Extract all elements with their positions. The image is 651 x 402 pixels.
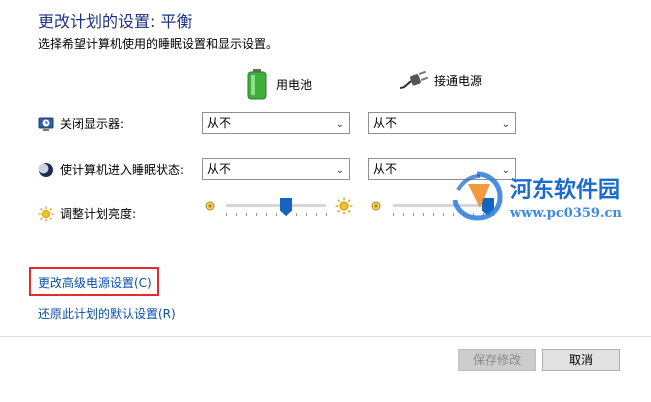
dim-sun-icon bbox=[205, 201, 215, 211]
footer-divider bbox=[0, 336, 651, 337]
watermark-name: 河东软件园 bbox=[510, 177, 621, 203]
slider-tick bbox=[433, 213, 434, 216]
moon-icon bbox=[38, 162, 53, 177]
brightness-label-text: 调整计划亮度: bbox=[60, 207, 137, 221]
battery-icon bbox=[247, 69, 267, 100]
slider-tick bbox=[316, 213, 317, 216]
display-label-text: 关闭显示器: bbox=[60, 117, 125, 131]
sleep-battery-value: 从不 bbox=[207, 162, 232, 176]
slider-tick bbox=[423, 213, 424, 216]
slider-tick bbox=[276, 213, 277, 216]
page-title: 更改计划的设置: 平衡 bbox=[38, 12, 193, 31]
brightness-sun-icon bbox=[38, 206, 54, 221]
chevron-down-icon: ⌄ bbox=[501, 119, 510, 130]
cancel-button[interactable]: 取消 bbox=[542, 349, 620, 371]
brightness-row-label: 调整计划亮度: bbox=[38, 205, 136, 222]
display-plugged-value: 从不 bbox=[373, 116, 398, 130]
display-plugged-select[interactable]: 从不 ⌄ bbox=[368, 112, 516, 134]
display-battery-value: 从不 bbox=[207, 116, 232, 130]
slider-tick bbox=[326, 213, 327, 216]
slider-tick bbox=[306, 213, 307, 216]
slider-ticks bbox=[226, 213, 327, 217]
plugged-column-label: 接通电源 bbox=[434, 73, 483, 88]
chevron-down-icon: ⌄ bbox=[335, 165, 344, 176]
page-subtitle: 选择希望计算机使用的睡眠设置和显示设置。 bbox=[38, 37, 279, 51]
bright-sun-icon bbox=[335, 197, 353, 215]
chevron-down-icon: ⌄ bbox=[335, 119, 344, 130]
watermark: 河东软件园 www.pc0359.cn bbox=[450, 168, 650, 226]
slider-tick bbox=[443, 213, 444, 216]
slider-tick bbox=[393, 213, 394, 216]
save-changes-button[interactable]: 保存修改 bbox=[458, 349, 536, 371]
display-row-label: 关闭显示器: bbox=[38, 115, 124, 132]
power-plug-icon bbox=[399, 70, 428, 89]
slider-tick bbox=[403, 213, 404, 216]
sleep-row-label: 使计算机进入睡眠状态: bbox=[38, 161, 184, 178]
slider-track bbox=[226, 204, 326, 207]
battery-column-label: 用电池 bbox=[276, 77, 313, 92]
slider-tick bbox=[256, 213, 257, 216]
sleep-plugged-value: 从不 bbox=[373, 162, 398, 176]
sleep-label-text: 使计算机进入睡眠状态: bbox=[60, 163, 185, 177]
slider-tick bbox=[246, 213, 247, 216]
brightness-battery-slider[interactable] bbox=[226, 197, 327, 217]
display-battery-select[interactable]: 从不 ⌄ bbox=[202, 112, 350, 134]
watermark-url: www.pc0359.cn bbox=[510, 206, 622, 221]
slider-tick bbox=[296, 213, 297, 216]
slider-tick bbox=[236, 213, 237, 216]
sleep-battery-select[interactable]: 从不 ⌄ bbox=[202, 158, 350, 180]
plugged-column-header: 接通电源 bbox=[398, 68, 482, 92]
watermark-logo-icon bbox=[452, 171, 503, 221]
advanced-power-settings-link[interactable]: 更改高级电源设置(C) bbox=[38, 274, 152, 291]
slider-tick bbox=[413, 213, 414, 216]
restore-defaults-link[interactable]: 还原此计划的默认设置(R) bbox=[38, 305, 176, 322]
slider-tick bbox=[266, 213, 267, 216]
slider-tick bbox=[226, 213, 227, 216]
dim-sun-icon bbox=[371, 201, 381, 211]
monitor-clock-icon bbox=[38, 117, 54, 131]
battery-column-header: 用电池 bbox=[244, 68, 312, 100]
